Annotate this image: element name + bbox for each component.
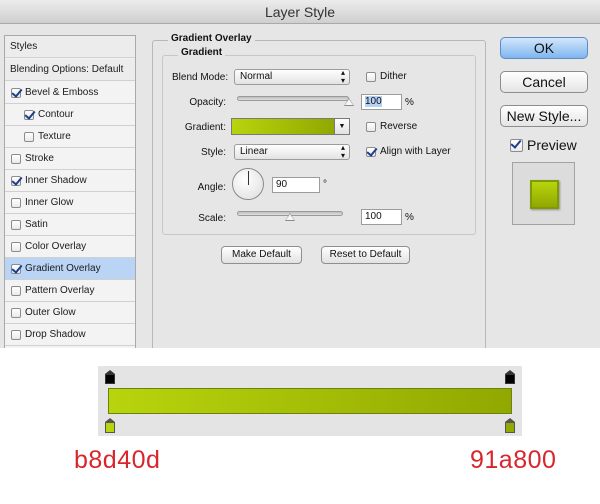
checkbox-icon[interactable] [11, 175, 21, 186]
reverse-checkbox[interactable]: Reverse [366, 121, 417, 132]
preview-checkbox[interactable]: Preview [510, 137, 577, 153]
opacity-value: 100 [365, 96, 382, 107]
checkbox-icon [366, 146, 376, 157]
dither-checkbox[interactable]: Dither [366, 71, 407, 82]
ok-button[interactable]: OK [500, 37, 588, 59]
reverse-label: Reverse [380, 121, 418, 132]
checkbox-icon[interactable] [11, 87, 21, 98]
angle-label: Angle: [197, 182, 226, 193]
style-item-label: Pattern Overlay [25, 285, 95, 296]
style-item[interactable]: Gradient Overlay [5, 258, 135, 280]
up-down-arrows-icon: ▴ ▾ [340, 143, 345, 160]
scale-label: Scale: [198, 213, 226, 224]
blending-options-item[interactable]: Blending Options: Default [5, 59, 135, 81]
style-item-label: Gradient Overlay [25, 263, 101, 274]
opacity-stop-right-icon[interactable] [505, 370, 515, 384]
styles-header[interactable]: Styles [5, 36, 135, 58]
style-item[interactable]: Texture [5, 126, 135, 148]
opacity-slider-thumb[interactable] [344, 98, 354, 106]
scale-slider-thumb[interactable] [285, 213, 295, 221]
blend-mode-select[interactable]: Normal ▴ ▾ [234, 69, 350, 85]
layer-style-dialog: Layer Style Styles Blending Options: Def… [0, 0, 600, 348]
style-item-label: Color Overlay [25, 241, 87, 252]
style-item-label: Outer Glow [25, 307, 76, 318]
opacity-unit: % [405, 97, 414, 108]
scale-value: 100 [365, 211, 382, 222]
angle-value: 90 [276, 179, 288, 190]
new-style-button[interactable]: New Style... [500, 105, 588, 127]
color-stop-right-icon[interactable] [505, 418, 515, 433]
style-item[interactable]: Satin [5, 214, 135, 236]
color-stop-left-icon[interactable] [105, 418, 115, 433]
style-item[interactable]: Contour [5, 104, 135, 126]
make-default-button[interactable]: Make Default [221, 246, 302, 264]
style-item-label: Inner Glow [25, 197, 74, 208]
cancel-button[interactable]: Cancel [500, 71, 588, 93]
angle-input[interactable]: 90 [272, 177, 320, 193]
checkbox-icon[interactable] [11, 241, 21, 252]
style-item[interactable]: Stroke [5, 148, 135, 170]
scale-unit: % [405, 212, 414, 223]
style-item-label: Stroke [25, 153, 54, 164]
style-item[interactable]: Inner Glow [5, 192, 135, 214]
style-item[interactable]: Inner Shadow [5, 170, 135, 192]
style-item[interactable]: Drop Shadow [5, 324, 135, 346]
checkbox-icon[interactable] [11, 285, 21, 296]
opacity-stop-left-icon[interactable] [105, 370, 115, 384]
align-with-layer-checkbox[interactable]: Align with Layer [366, 146, 451, 157]
gradient-dropdown-arrow-icon[interactable]: ▼ [335, 118, 350, 135]
gradient-picker[interactable] [231, 118, 335, 135]
opacity-input[interactable]: 100 [361, 94, 402, 110]
start-color-hex: b8d40d [74, 446, 161, 474]
align-with-layer-label: Align with Layer [380, 146, 451, 157]
up-down-arrows-icon: ▴ ▾ [340, 68, 345, 85]
style-item-label: Texture [38, 131, 71, 142]
style-preview [512, 162, 575, 225]
angle-dial-icon[interactable] [232, 168, 264, 200]
blend-mode-label: Blend Mode: [172, 72, 229, 83]
gradient-overlay-title: Gradient Overlay [168, 33, 255, 44]
scale-input[interactable]: 100 [361, 209, 402, 225]
checkbox-icon [366, 121, 376, 132]
gradient-bar [108, 388, 512, 414]
checkbox-icon[interactable] [11, 307, 21, 318]
dither-label: Dither [380, 71, 407, 82]
gradient-subgroup-title: Gradient [178, 47, 226, 58]
style-item-label: Drop Shadow [25, 329, 86, 340]
checkbox-icon[interactable] [24, 131, 34, 142]
checkbox-icon[interactable] [11, 219, 21, 230]
opacity-slider[interactable] [237, 96, 349, 101]
style-item[interactable]: Outer Glow [5, 302, 135, 324]
preview-swatch [530, 180, 559, 209]
style-label: Style: [200, 147, 226, 158]
window-title: Layer Style [0, 0, 600, 24]
checkbox-icon [510, 138, 523, 152]
opacity-label: Opacity: [189, 97, 226, 108]
blend-mode-value: Normal [240, 71, 273, 82]
styles-list: Styles Blending Options: Default Bevel &… [4, 35, 136, 348]
angle-unit: ° [323, 179, 327, 190]
angle-needle [248, 171, 249, 185]
style-value: Linear [240, 146, 268, 157]
checkbox-icon[interactable] [11, 329, 21, 340]
style-select[interactable]: Linear ▴ ▾ [234, 144, 350, 160]
checkbox-icon [366, 71, 376, 82]
style-item-label: Satin [25, 219, 48, 230]
gradient-label: Gradient: [184, 122, 226, 133]
style-item[interactable]: Color Overlay [5, 236, 135, 258]
end-color-hex: 91a800 [470, 446, 557, 474]
checkbox-icon[interactable] [11, 153, 21, 164]
style-item-label: Inner Shadow [25, 175, 87, 186]
style-item[interactable]: Bevel & Emboss [5, 82, 135, 104]
checkbox-icon[interactable] [24, 109, 34, 120]
checkbox-icon[interactable] [11, 197, 21, 208]
checkbox-icon[interactable] [11, 263, 21, 274]
reset-to-default-button[interactable]: Reset to Default [321, 246, 410, 264]
preview-label: Preview [527, 137, 577, 153]
style-item-label: Bevel & Emboss [25, 87, 99, 98]
style-item-label: Contour [38, 109, 74, 120]
style-item[interactable]: Pattern Overlay [5, 280, 135, 302]
